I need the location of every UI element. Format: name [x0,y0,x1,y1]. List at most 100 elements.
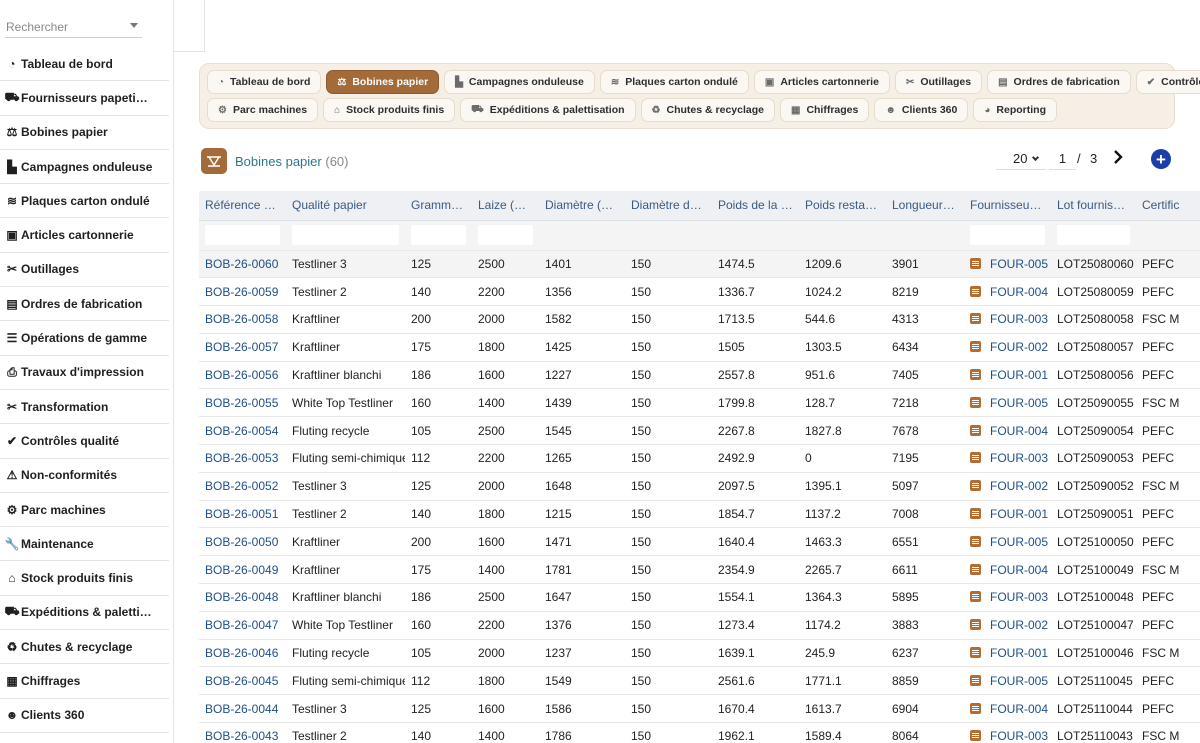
column-filter-input[interactable] [1057,225,1130,245]
module-tab[interactable]: ▦ Chiffrages [779,98,870,122]
column-header[interactable]: Qualité papier [286,191,405,221]
record-link[interactable]: BOB-26-0059 [199,277,286,307]
record-link[interactable]: BOB-26-0054 [199,416,286,446]
page-size-select[interactable]: 20 [996,146,1046,170]
table-row[interactable]: BOB-26-0043 Testliner 2 140 1400 1786 150 1962… [199,722,1200,743]
sidebar-item[interactable]: ⛟ Expéditions & paletti… [0,596,169,631]
table-row[interactable]: BOB-26-0052 Testliner 3 125 2000 1648 150 2097… [199,472,1200,501]
sidebar-item[interactable]: ⎙ Travaux d'impression [0,356,169,390]
supplier-link[interactable]: FOUR-005 [964,250,1051,279]
module-tab[interactable]: ✔ Contrôles qualité [1135,70,1200,94]
sidebar-item[interactable] [0,733,169,743]
record-link[interactable]: BOB-26-0048 [199,583,286,612]
table-row[interactable]: BOB-26-0057 Kraftliner 175 1800 1425 150 1505 1… [199,333,1200,362]
record-link[interactable]: BOB-26-0044 [199,694,286,724]
column-header[interactable]: Diamètre (mm) [539,191,625,221]
record-link[interactable]: BOB-26-0047 [199,611,286,640]
supplier-link[interactable]: FOUR-005 [964,527,1051,557]
column-header[interactable]: Longueur (m) [886,191,964,221]
table-row[interactable]: BOB-26-0044 Testliner 3 125 1600 1586 150 1670… [199,694,1200,724]
column-filter-input[interactable] [411,225,466,245]
supplier-link[interactable]: FOUR-004 [964,416,1051,446]
record-link[interactable]: BOB-26-0056 [199,361,286,390]
supplier-link[interactable]: FOUR-003 [964,305,1051,334]
supplier-link[interactable]: FOUR-005 [964,666,1051,696]
sidebar-item[interactable]: ◔ Tableau de bord [0,47,169,82]
sidebar-item[interactable]: ≋ Plaques carton ondulé [0,184,169,219]
sidebar-item[interactable]: ☰ Opérations de gamme [0,321,169,356]
record-link[interactable]: BOB-26-0045 [199,666,286,696]
sidebar-item[interactable]: ▦ Chiffrages [0,664,169,699]
sidebar-item[interactable]: ⛟ Fournisseurs papeti… [0,81,169,116]
sidebar-item[interactable]: ▤ Ordres de fabrication [0,287,169,322]
supplier-link[interactable]: FOUR-002 [964,611,1051,640]
column-header[interactable]: Poids restan… [799,191,886,221]
column-filter-input[interactable] [292,225,399,245]
module-tab[interactable]: ◔ Tableau de bord [207,70,322,94]
table-row[interactable]: BOB-26-0049 Kraftliner 175 1400 1781 150 2354.… [199,555,1200,585]
table-row[interactable]: BOB-26-0047 White Top Testliner 160 2200 137… [199,611,1200,640]
search-select[interactable]: Rechercher [5,14,142,38]
supplier-link[interactable]: FOUR-003 [964,583,1051,612]
supplier-link[interactable]: FOUR-001 [964,361,1051,390]
sidebar-item[interactable]: ⚙ Parc machines [0,493,169,528]
module-tab[interactable]: ⛟ Expéditions & palettisation [460,98,636,122]
column-filter-input[interactable] [205,225,280,245]
table-row[interactable]: BOB-26-0046 Fluting recycle 105 2000 1237 150… [199,639,1200,668]
module-tab[interactable]: ▙ Campagnes onduleuse [444,70,595,94]
supplier-link[interactable]: FOUR-001 [964,639,1051,668]
table-row[interactable]: BOB-26-0059 Testliner 2 140 2200 1356 150 1336… [199,277,1200,307]
supplier-link[interactable]: FOUR-003 [964,722,1051,743]
sidebar-item[interactable]: ☻ Clients 360 [0,699,169,733]
page-number-input[interactable]: 1 [1049,146,1076,170]
sidebar-item[interactable]: 🔧 Maintenance [0,527,169,562]
column-header[interactable]: Lot fournisseur [1051,191,1136,221]
sidebar-item[interactable]: ✂ Transformation [0,390,169,425]
chevron-right-icon[interactable] [1111,150,1125,164]
record-link[interactable]: BOB-26-0052 [199,472,286,501]
record-link[interactable]: BOB-26-0046 [199,639,286,668]
module-tab[interactable]: ♻ Chutes & recyclage [640,98,775,122]
supplier-link[interactable]: FOUR-004 [964,277,1051,307]
supplier-link[interactable]: FOUR-004 [964,694,1051,724]
sidebar-item[interactable]: ✔ Contrôles qualité [0,424,169,459]
table-row[interactable]: BOB-26-0055 White Top Testliner 160 1400 143… [199,388,1200,418]
table-row[interactable]: BOB-26-0054 Fluting recycle 105 2500 1545 150… [199,416,1200,446]
record-link[interactable]: BOB-26-0060 [199,250,286,279]
chevron-down-icon[interactable] [130,23,138,28]
table-row[interactable]: BOB-26-0051 Testliner 2 140 1800 1215 150 1854… [199,500,1200,529]
supplier-link[interactable]: FOUR-005 [964,388,1051,418]
module-tab[interactable]: ▣ Articles cartonnerie [753,70,890,94]
record-link[interactable]: BOB-26-0057 [199,333,286,362]
sidebar-item[interactable]: ⚠ Non-conformités [0,459,169,493]
sidebar-item[interactable]: ▙ Campagnes onduleuse [0,150,169,185]
record-link[interactable]: BOB-26-0053 [199,444,286,473]
sidebar-item[interactable]: ⌂ Stock produits finis [0,561,169,596]
table-row[interactable]: BOB-26-0058 Kraftliner 200 2000 1582 150 1713.… [199,305,1200,334]
sidebar-item[interactable]: ⚖ Bobines papier [0,116,169,150]
table-row[interactable]: BOB-26-0060 Testliner 3 125 2500 1401 150 1474… [199,250,1200,279]
column-filter-input[interactable] [478,225,533,245]
table-row[interactable]: BOB-26-0053 Fluting semi-chimique 112 2200 1… [199,444,1200,473]
module-tab[interactable]: ≋ Plaques carton ondulé [599,70,749,94]
record-link[interactable]: BOB-26-0043 [199,722,286,743]
table-row[interactable]: BOB-26-0056 Kraftliner blanchi 186 1600 1227… [199,361,1200,390]
supplier-link[interactable]: FOUR-003 [964,444,1051,473]
supplier-link[interactable]: FOUR-001 [964,500,1051,529]
add-record-button[interactable]: + [1151,149,1171,169]
module-tab[interactable]: ⌂ Stock produits finis [323,98,456,122]
column-header[interactable]: Grammage [405,191,472,221]
column-header[interactable]: Poids de la b… [712,191,799,221]
column-header[interactable]: Référence b… [199,191,286,221]
column-header[interactable]: Diamètre du … [625,191,712,221]
column-header[interactable]: Laize (mm) [472,191,539,221]
record-link[interactable]: BOB-26-0058 [199,305,286,334]
module-tab[interactable]: ◕ Reporting [973,98,1057,122]
supplier-link[interactable]: FOUR-002 [964,472,1051,501]
column-header[interactable]: Certific [1136,191,1200,221]
column-header[interactable]: Fournisseur … [964,191,1051,221]
module-tab[interactable]: ✂ Outillages [894,70,983,94]
record-link[interactable]: BOB-26-0051 [199,500,286,529]
record-link[interactable]: BOB-26-0055 [199,388,286,418]
column-filter-input[interactable] [970,225,1045,245]
